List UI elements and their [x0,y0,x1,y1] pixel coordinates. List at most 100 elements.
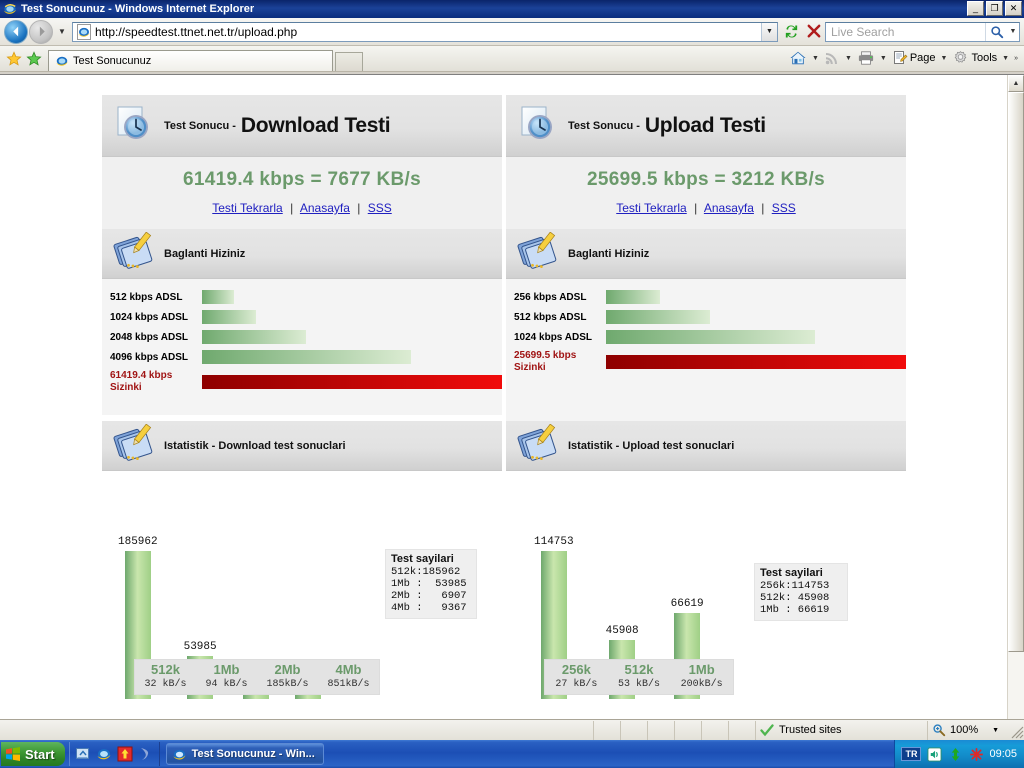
feeds-button[interactable] [822,50,842,66]
download-comparison: Baglanti Hiziniz 512 kbps ADSL 1024 kbps… [102,229,502,421]
tools-menu-button[interactable]: Tools [950,50,999,66]
scroll-track[interactable] [1008,92,1024,719]
internet-explorer-icon[interactable] [95,745,113,763]
download-comparison-header: Baglanti Hiziniz [102,229,502,279]
axis-item: 4Mb 851kB/s [318,662,379,691]
upload-comparison: Baglanti Hiziniz 256 kbps ADSL 512 kbps … [506,229,906,421]
media-player-icon[interactable] [137,745,155,763]
recent-pages-caret-icon[interactable]: ▼ [56,27,68,36]
start-button[interactable]: Start [1,742,65,766]
show-desktop-icon[interactable] [74,745,92,763]
upload-comparison-title: Baglanti Hiziniz [568,247,650,260]
network-icon[interactable] [947,746,963,762]
comparison-label: 1024 kbps ADSL [514,331,592,343]
tab-command-bar: Test Sonucunuz ▼ ▼ ▼ Page ▼ Tools ▼ » [0,46,1024,72]
download-speed-value: 61419.4 kbps = 7677 KB/s [183,169,421,190]
print-caret-icon[interactable]: ▼ [878,55,889,62]
scroll-thumb[interactable] [1008,92,1024,652]
axis-item: 2Mb 185kB/s [257,662,318,691]
upload-home-link[interactable]: Anasayfa [704,201,754,215]
comparison-bar-track [202,290,502,304]
zoom-magnifier-icon [932,723,946,737]
zoom-level-label: 100% [950,724,979,736]
print-button[interactable] [855,50,877,66]
link-separator-2: | [357,201,361,215]
comparison-bar-track-mine [606,355,906,369]
upload-stats-chart: 114753 45908 66619 256k 27 kB/s 512k 53 … [506,471,906,699]
search-box[interactable]: Live Search ▼ [825,21,1020,42]
legend-line: 1Mb : 66619 [760,604,830,616]
legend-line: 256k:114753 [760,580,830,592]
stop-button[interactable] [803,22,823,42]
new-tab-button[interactable] [335,52,363,71]
axis-category: 1Mb [213,662,240,677]
tools-caret-icon[interactable]: ▼ [1000,55,1011,62]
forward-button[interactable] [29,19,53,44]
download-comparison-title: Baglanti Hiziniz [164,247,246,260]
security-zone[interactable]: Trusted sites [756,720,928,740]
comparison-bar [606,310,711,324]
command-overflow-icon[interactable]: » [1012,55,1020,62]
axis-category: 512k [624,662,654,677]
page-menu-button[interactable]: Page [890,50,938,66]
address-url[interactable]: http://speedtest.ttnet.net.tr/upload.php [95,25,761,39]
comparison-bar-mine [202,375,502,389]
speedtest-page: Test Sonucu - Download Testi 61419.4 kbp… [0,75,1007,719]
bar-value-label: 114753 [534,536,574,548]
comparison-bar [202,310,256,324]
address-bar[interactable]: http://speedtest.ttnet.net.tr/upload.php… [72,21,778,42]
resize-grip[interactable] [1008,721,1024,740]
refresh-button[interactable] [781,22,801,42]
upload-retest-link[interactable]: Testi Tekrarla [616,201,686,215]
page-caret-icon[interactable]: ▼ [939,55,950,62]
comparison-bar-track [606,290,906,304]
comparison-bar [202,350,412,364]
download-retest-link[interactable]: Testi Tekrarla [212,201,282,215]
scroll-up-button[interactable]: ▲ [1008,75,1024,92]
upload-chart-legend: Test sayilari 256k:114753 512k: 45908 1M… [754,563,848,621]
feeds-caret-icon[interactable]: ▼ [843,55,854,62]
search-dropdown-caret-icon[interactable]: ▼ [1007,23,1019,41]
language-indicator[interactable]: TR [901,747,922,761]
comparison-label: 256 kbps ADSL [514,291,587,303]
axis-category: 4Mb [335,662,362,677]
comparison-row-item: 256 kbps ADSL [506,289,906,305]
upload-result-band: 25699.5 kbps = 3212 KB/s Testi Tekrarla … [506,157,906,229]
upload-faq-link[interactable]: SSS [772,201,796,215]
address-dropdown-icon[interactable]: ▼ [761,22,777,41]
status-slot-5 [702,720,729,740]
vertical-scrollbar[interactable]: ▲ [1007,75,1024,719]
zoom-control[interactable]: 100% ▼ [928,721,1008,740]
minimize-button[interactable]: _ [967,1,984,16]
quick-launch-bar [68,742,160,766]
zoom-caret-icon[interactable]: ▼ [992,727,999,734]
search-input[interactable]: Live Search [826,25,985,39]
maximize-button[interactable]: ❐ [986,1,1003,16]
mine-speed-label: 25699.5 kbps [514,350,577,361]
back-button[interactable] [4,19,28,44]
antivirus-icon[interactable] [968,746,984,762]
download-faq-link[interactable]: SSS [368,201,392,215]
comparison-row-item: 1024 kbps ADSL [102,309,502,325]
tab-test-sonucunuz[interactable]: Test Sonucunuz [48,50,333,71]
flashget-icon[interactable] [116,745,134,763]
comparison-bar-track-mine [202,375,502,389]
home-caret-icon[interactable]: ▼ [810,55,821,62]
upload-comparison-chart: 256 kbps ADSL 512 kbps ADSL 1024 kbps AD… [506,279,906,421]
browser-content-host: Test Sonucu - Download Testi 61419.4 kbp… [0,74,1024,719]
favorites-center-icon[interactable] [4,47,24,71]
comparison-bar [606,330,816,344]
title-bar: Test Sonucunuz - Windows Internet Explor… [0,0,1024,18]
taskbar-item-ie[interactable]: Test Sonucunuz - Win... [165,743,324,765]
home-button[interactable] [787,50,809,66]
close-button[interactable]: ✕ [1005,1,1022,16]
mine-sizinki-label: Sizinki [110,382,142,393]
download-home-link[interactable]: Anasayfa [300,201,350,215]
clock[interactable]: 09:05 [989,748,1017,760]
mine-sizinki-label: Sizinki [514,362,546,373]
search-icon[interactable] [985,22,1007,41]
add-to-favorites-icon[interactable] [24,47,44,71]
legend-line: 512k:185962 [391,566,461,578]
volume-icon[interactable] [926,746,942,762]
comparison-label-mine: 25699.5 kbps Sizinki [506,350,606,374]
